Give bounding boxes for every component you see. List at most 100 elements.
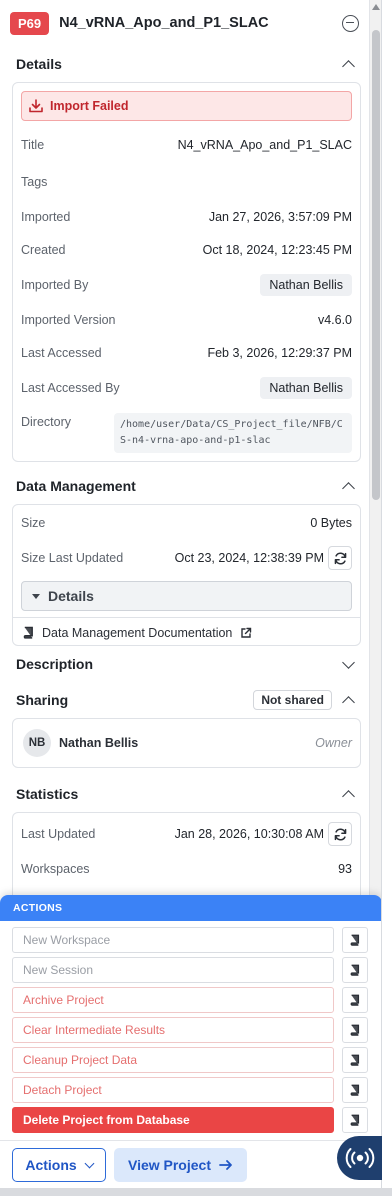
- book-icon: [350, 1054, 360, 1066]
- delete-project-button[interactable]: Delete Project from Database: [12, 1107, 334, 1133]
- action-doc-button[interactable]: [342, 1107, 368, 1133]
- user-chip[interactable]: Nathan Bellis: [260, 274, 352, 296]
- stats-value: Jan 28, 2026, 10:30:08 AM: [174, 827, 324, 841]
- action-doc-button[interactable]: [342, 927, 368, 953]
- collapse-circle-icon[interactable]: [342, 14, 359, 32]
- external-link-icon: [241, 627, 252, 638]
- action-doc-button[interactable]: [342, 1047, 368, 1073]
- detach-project-button[interactable]: Detach Project: [12, 1077, 334, 1103]
- action-doc-button[interactable]: [342, 987, 368, 1013]
- caret-down-icon: [32, 593, 40, 599]
- data-management-card: Size 0 Bytes Size Last Updated Oct 23, 2…: [12, 504, 361, 646]
- statistics-title: Statistics: [16, 786, 79, 802]
- book-icon: [350, 994, 360, 1006]
- chevron-up-icon[interactable]: [342, 59, 355, 73]
- size-label: Size: [21, 516, 46, 530]
- stats-last-updated-row: Last Updated Jan 28, 2026, 10:30:08 AM: [13, 821, 360, 847]
- view-button-label: View Project: [127, 1156, 211, 1173]
- sharing-controls: Not shared: [253, 690, 355, 710]
- book-icon: [350, 1114, 360, 1126]
- detail-value: Oct 18, 2024, 12:23:45 PM: [202, 243, 352, 257]
- detail-value: Jan 27, 2026, 3:57:09 PM: [208, 210, 352, 224]
- refresh-statistics-button[interactable]: [328, 822, 352, 846]
- project-title: N4_vRNA_Apo_and_P1_SLAC: [59, 15, 269, 31]
- cleanup-project-data-button[interactable]: Cleanup Project Data: [12, 1047, 334, 1073]
- chevron-up-icon[interactable]: [342, 789, 355, 803]
- data-management-title: Data Management: [16, 478, 136, 494]
- book-icon: [350, 1024, 360, 1036]
- clear-intermediate-results-button[interactable]: Clear Intermediate Results: [12, 1017, 334, 1043]
- action-row: Archive Project: [12, 987, 372, 1013]
- download-icon: [29, 99, 43, 113]
- new-workspace-button[interactable]: New Workspace: [12, 927, 334, 953]
- detail-value: Feb 3, 2026, 12:29:37 PM: [207, 346, 352, 360]
- actions-dropdown-button[interactable]: Actions: [12, 1147, 106, 1182]
- stats-label: Workspaces: [21, 862, 90, 876]
- book-icon: [350, 1084, 360, 1096]
- statistics-card: Last Updated Jan 28, 2026, 10:30:08 AM W…: [12, 812, 361, 902]
- data-management-section-header[interactable]: Data Management: [0, 468, 369, 504]
- size-updated-value: Oct 23, 2024, 12:38:39 PM: [174, 551, 324, 565]
- description-title: Description: [16, 656, 94, 672]
- action-doc-button[interactable]: [342, 957, 368, 983]
- action-row: Cleanup Project Data: [12, 1047, 372, 1073]
- stats-label: Last Updated: [21, 827, 96, 841]
- details-toggle-label: Details: [48, 588, 94, 604]
- scroll-up-arrow-icon[interactable]: [372, 4, 380, 10]
- scrollbar-thumb[interactable]: [372, 30, 380, 500]
- detail-row-last-accessed-by: Last Accessed By Nathan Bellis: [13, 376, 360, 400]
- detail-label: Imported By: [21, 278, 89, 292]
- detail-value: N4_vRNA_Apo_and_P1_SLAC: [177, 138, 352, 152]
- detail-label: Created: [21, 243, 66, 257]
- action-row: New Session: [12, 957, 372, 983]
- action-doc-button[interactable]: [342, 1017, 368, 1043]
- new-session-button[interactable]: New Session: [12, 957, 334, 983]
- broadcast-icon: [345, 1148, 375, 1168]
- sharing-section-header[interactable]: Sharing Not shared: [0, 682, 369, 718]
- detail-row-imported-by: Imported By Nathan Bellis: [13, 273, 360, 297]
- panel-header: P69 N4_vRNA_Apo_and_P1_SLAC: [0, 0, 369, 46]
- doc-link-text: Data Management Documentation: [42, 625, 233, 640]
- detail-row-title: Title N4_vRNA_Apo_and_P1_SLAC: [13, 135, 360, 155]
- alert-text: Import Failed: [50, 99, 129, 113]
- import-failed-alert: Import Failed: [21, 91, 352, 121]
- size-updated-label: Size Last Updated: [21, 551, 124, 565]
- sharing-title: Sharing: [16, 692, 69, 708]
- details-section-header[interactable]: Details: [0, 46, 369, 82]
- view-project-button[interactable]: View Project: [114, 1147, 247, 1182]
- panel-footer: Actions View Project: [0, 1140, 381, 1188]
- directory-path[interactable]: /home/user/Data/CS_Project_file/NFB/CS-n…: [114, 413, 352, 453]
- window-edge: [382, 0, 392, 1188]
- user-chip[interactable]: Nathan Bellis: [260, 377, 352, 399]
- stats-value: 93: [338, 862, 352, 876]
- broadcast-help-button[interactable]: [337, 1136, 383, 1180]
- statistics-section-header[interactable]: Statistics: [0, 776, 369, 812]
- project-panel: P69 N4_vRNA_Apo_and_P1_SLAC Details Impo…: [0, 0, 382, 1188]
- details-card: Import Failed Title N4_vRNA_Apo_and_P1_S…: [12, 82, 361, 462]
- details-collapse-toggle[interactable]: Details: [21, 581, 352, 611]
- details-title: Details: [16, 56, 62, 72]
- size-updated-group: Oct 23, 2024, 12:38:39 PM: [175, 546, 352, 570]
- chevron-up-icon[interactable]: [342, 695, 355, 709]
- size-value: 0 Bytes: [310, 516, 352, 530]
- chevron-down-icon[interactable]: [342, 655, 355, 669]
- book-icon: [350, 964, 360, 976]
- actions-button-label: Actions: [25, 1156, 77, 1173]
- action-row: Clear Intermediate Results: [12, 1017, 372, 1043]
- refresh-size-button[interactable]: [328, 546, 352, 570]
- detail-label: Last Accessed: [21, 346, 102, 360]
- chevron-up-icon[interactable]: [342, 481, 355, 495]
- chevron-down-icon: [84, 1158, 95, 1168]
- detail-label: Imported Version: [21, 313, 116, 327]
- action-row: Detach Project: [12, 1077, 372, 1103]
- actions-panel: ACTIONS New Workspace New Session Archiv…: [0, 895, 381, 1140]
- archive-project-button[interactable]: Archive Project: [12, 987, 334, 1013]
- size-row: Size 0 Bytes: [13, 513, 360, 533]
- action-doc-button[interactable]: [342, 1077, 368, 1103]
- actions-header: ACTIONS: [0, 895, 381, 921]
- data-management-doc-link[interactable]: Data Management Documentation: [12, 617, 361, 647]
- window-bottom-edge: [0, 1188, 392, 1196]
- sharing-card: NB Nathan Bellis Owner: [12, 718, 361, 768]
- detail-label: Directory: [21, 415, 72, 429]
- description-section-header[interactable]: Description: [0, 646, 369, 682]
